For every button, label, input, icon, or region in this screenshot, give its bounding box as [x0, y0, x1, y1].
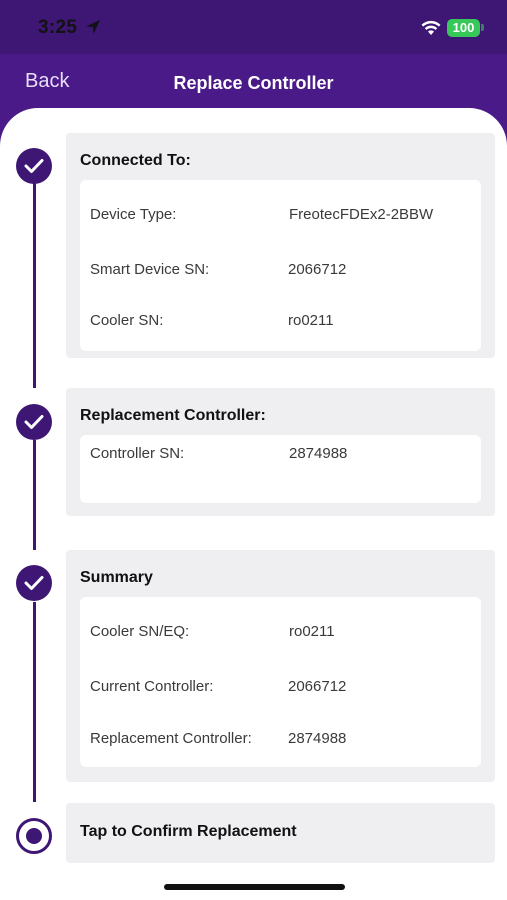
- page-title: Replace Controller: [173, 73, 334, 93]
- timeline-connector: [33, 440, 36, 550]
- step-complete-icon: [16, 404, 52, 440]
- battery-indicator: 100: [447, 19, 480, 37]
- home-indicator: [164, 884, 345, 890]
- connected-details: Device Type: FreotecFDEx2-2BBW Smart Dev…: [80, 180, 481, 351]
- location-arrow-icon: [86, 20, 100, 34]
- cooler-sn-value: ro0211: [288, 312, 334, 329]
- smart-device-sn-label: Smart Device SN:: [90, 261, 210, 278]
- summary-card: Summary Cooler SN/EQ: ro0211 Current Con…: [66, 550, 495, 782]
- controller-sn-value: 2874988: [289, 445, 348, 462]
- current-controller-value: 2066712: [288, 678, 347, 695]
- timeline-connector: [33, 602, 36, 802]
- cooler-sn-eq-value: ro0211: [289, 623, 335, 640]
- status-bar: 3:25 100: [0, 0, 507, 54]
- timeline-connector: [33, 176, 36, 388]
- status-time: 3:25: [38, 17, 78, 38]
- device-type-label: Device Type:: [90, 206, 177, 223]
- controller-sn-label: Controller SN:: [90, 445, 185, 462]
- connected-title: Connected To:: [80, 152, 191, 169]
- summary-details: Cooler SN/EQ: ro0211 Current Controller:…: [80, 597, 481, 767]
- wifi-icon: [421, 20, 441, 35]
- smart-device-sn-value: 2066712: [288, 261, 347, 278]
- checkmark-icon: [24, 159, 44, 173]
- replacement-controller-value: 2874988: [288, 730, 347, 747]
- confirm-replacement-button[interactable]: Tap to Confirm Replacement: [66, 803, 495, 863]
- checkmark-icon: [24, 415, 44, 429]
- replacement-controller-label: Replacement Controller:: [90, 730, 252, 747]
- battery-cap: [481, 24, 484, 31]
- radio-dot: [26, 828, 42, 844]
- confirm-replacement-label: Tap to Confirm Replacement: [80, 823, 297, 840]
- step-complete-icon: [16, 148, 52, 184]
- checkmark-icon: [24, 576, 44, 590]
- connected-card: Connected To: Device Type: FreotecFDEx2-…: [66, 133, 495, 358]
- replacement-title: Replacement Controller:: [80, 407, 266, 424]
- cooler-sn-eq-label: Cooler SN/EQ:: [90, 623, 190, 640]
- device-type-value: FreotecFDEx2-2BBW: [289, 206, 434, 223]
- cooler-sn-label: Cooler SN:: [90, 312, 164, 329]
- step-pending-radio-icon[interactable]: [16, 818, 52, 854]
- content-sheet: Connected To: Device Type: FreotecFDEx2-…: [0, 108, 507, 900]
- summary-title: Summary: [80, 569, 153, 586]
- replacement-card: Replacement Controller: Controller SN: 2…: [66, 388, 495, 516]
- step-complete-icon: [16, 565, 52, 601]
- current-controller-label: Current Controller:: [90, 678, 214, 695]
- replacement-details: Controller SN: 2874988: [80, 435, 481, 503]
